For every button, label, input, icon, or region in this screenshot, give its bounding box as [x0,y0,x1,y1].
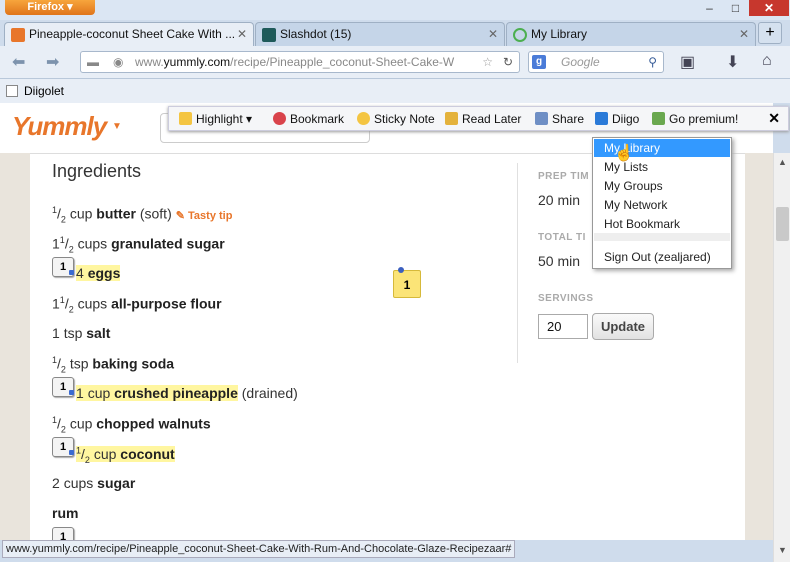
diigolet-bookmark[interactable]: Diigolet [24,84,64,98]
url-path: /recipe/Pineapple_coconut-Sheet-Cake-W [230,55,455,69]
tab-title: Pineapple-coconut Sheet Cake With ... [29,27,236,41]
tab-slashdot[interactable]: Slashdot (15) ✕ [255,22,505,46]
book-icon [445,112,458,125]
sticky-note-icon [357,112,370,125]
ingredient-item: 1/2 tsp baking soda [52,355,175,375]
close-tab-icon[interactable]: ✕ [237,27,247,41]
menu-item-my-network[interactable]: My Network [594,196,730,214]
ingredient-item: 1 cup crushed pineapple (drained) [76,385,298,401]
close-window-button[interactable]: ✕ [749,0,789,16]
diigolet-icon[interactable] [6,85,18,97]
search-bar[interactable]: g Google ⚲ [528,51,664,73]
diigo-menu-button[interactable]: Diigo [595,112,639,126]
premium-icon [652,112,665,125]
globe-icon: ◉ [113,55,124,69]
slashdot-icon [262,28,276,42]
new-tab-button[interactable]: + [758,22,782,44]
bookmark-icon [273,112,286,125]
tasty-tip-link[interactable]: ✎ Tasty tip [176,210,233,222]
annotation-badge[interactable]: 1 [52,437,74,457]
ingredient-item: 1/2 cup chopped walnuts [52,415,211,435]
page-margin-right [745,153,773,540]
diigo-dropdown-menu: My Library My Lists My Groups My Network… [592,137,732,269]
yummly-icon [11,28,25,42]
update-button[interactable]: Update [592,313,654,340]
maximize-button[interactable]: □ [723,0,748,16]
menu-item-hot-bookmark[interactable]: Hot Bookmark [594,215,730,233]
ingredient-item: 1 tsp salt [52,325,111,341]
ingredient-item: rum [52,505,79,521]
sticky-note-icon[interactable]: 1 [393,267,421,298]
search-placeholder: Google [561,55,600,69]
total-time-label: TOTAL TI [538,232,586,243]
loading-icon [513,28,527,42]
tab-my-library[interactable]: My Library ✕ [506,22,756,46]
forward-icon[interactable]: ➡ [46,52,59,72]
tab-title: Slashdot (15) [280,27,352,41]
bookmarks-bar: Diigolet [0,79,790,103]
downloads-icon[interactable]: ⬇ [726,52,739,72]
annotation-badge[interactable]: 1 [52,377,74,397]
menu-item-sign-out[interactable]: Sign Out (zealjared) [594,248,730,266]
servings-input[interactable]: 20 [538,314,588,339]
yummly-logo[interactable]: Yummly [12,111,107,142]
prep-time-value: 20 min [538,192,581,208]
title-bar: Firefox ▾ – □ ✕ [0,0,790,20]
highlight-button[interactable]: Highlight ▾ [179,112,252,126]
home-icon[interactable]: ⌂ [762,52,772,70]
ingredients-title: Ingredients [52,161,142,181]
prep-time-label: PREP TIM [538,171,590,182]
diigo-icon [595,112,608,125]
ingredient-item: 11/2 cups granulated sugar [52,235,225,255]
highlighter-icon [179,112,192,125]
bookmarks-menu-icon[interactable]: ▣ [680,52,695,72]
ingredient-item: 11/2 cups all-purpose flour [52,295,222,315]
annotation-badge[interactable]: 1 [52,257,74,277]
sidebar-divider [517,163,518,363]
menu-item-my-groups[interactable]: My Groups [594,177,730,195]
navigation-bar: ⬅ ➡ ▬ ◉ www.yummly.com/recipe/Pineapple_… [0,46,790,79]
page-margin-left [0,153,30,540]
read-later-button[interactable]: Read Later [445,112,521,126]
vertical-scrollbar[interactable]: ▲ ▼ [773,153,790,562]
total-time-value: 50 min [538,253,581,269]
tab-yummly[interactable]: Pineapple-coconut Sheet Cake With ... ✕ [4,22,254,46]
bookmark-button[interactable]: Bookmark [273,112,344,126]
hand-cursor-icon: ☝ [614,145,634,162]
ingredient-item: 1/2 cup butter (soft) ✎ Tasty tip [52,205,233,225]
close-tab-icon[interactable]: ✕ [739,27,749,41]
servings-label: SERVINGS [538,293,594,304]
ingredient-item: 2 cups sugar [52,475,136,491]
search-icon[interactable]: ⚲ [648,52,657,72]
close-tab-icon[interactable]: ✕ [488,27,498,41]
chevron-down-icon[interactable]: ▼ [112,121,122,132]
share-button[interactable]: Share [535,112,584,126]
minimize-button[interactable]: – [697,0,722,16]
url-bar[interactable]: ▬ ◉ www.yummly.com/recipe/Pineapple_coco… [80,51,520,73]
go-premium-button[interactable]: Go premium! [652,112,738,126]
tab-strip: Pineapple-coconut Sheet Cake With ... ✕ … [0,20,790,46]
scroll-down-icon[interactable]: ▼ [778,545,787,555]
star-icon[interactable]: ☆ [482,52,493,72]
share-icon [535,112,548,125]
ingredient-item: 4 eggs [76,265,121,281]
url-prefix: www. [135,55,164,69]
tab-title: My Library [531,27,588,41]
firefox-menu-button[interactable]: Firefox ▾ [5,0,95,15]
sticky-note-button[interactable]: Sticky Note [357,112,435,126]
scroll-thumb[interactable] [776,207,789,241]
annotation-badge[interactable]: 1 [52,527,74,540]
back-icon[interactable]: ⬅ [12,52,25,72]
diigo-toolbar: Highlight ▾ Bookmark Sticky Note Read La… [168,106,789,131]
status-bar-url: www.yummly.com/recipe/Pineapple_coconut-… [2,540,516,558]
close-toolbar-icon[interactable]: ✕ [768,110,780,127]
page-icon: ▬ [87,55,99,69]
url-domain: yummly.com [163,55,231,69]
menu-separator [594,233,730,241]
google-icon[interactable]: g [532,55,546,69]
reload-icon[interactable]: ↻ [503,52,513,72]
ingredient-item: 1/2 cup coconut [76,445,175,465]
scroll-up-icon[interactable]: ▲ [778,157,787,167]
